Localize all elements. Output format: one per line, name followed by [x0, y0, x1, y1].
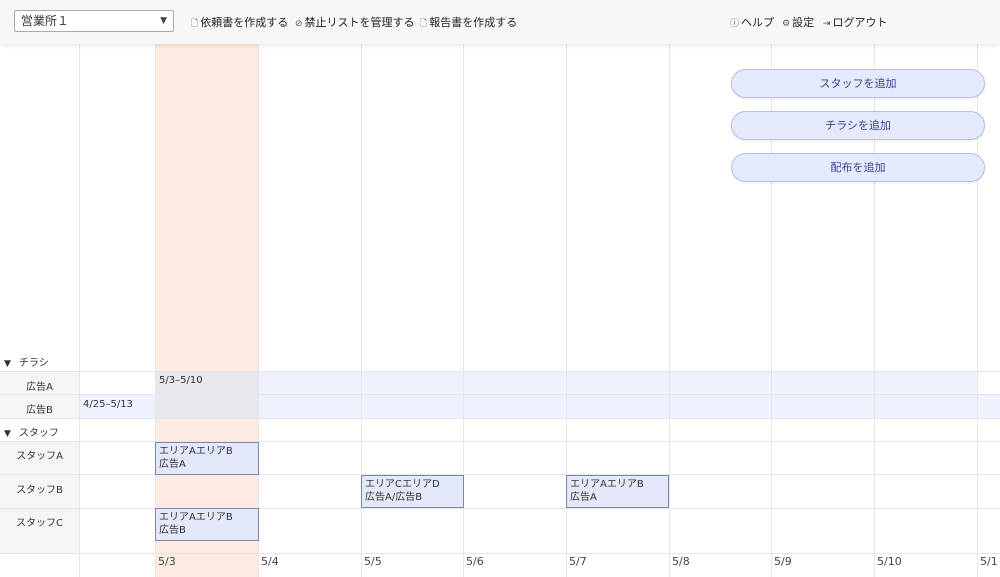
grid-hline: [0, 418, 1000, 419]
row-label-staff-b: スタッフB: [16, 485, 63, 496]
date-label: 5/5: [364, 555, 382, 568]
assignment-areas: エリアAエリアB: [159, 512, 233, 523]
flyer-a-period: 5/3–5/10: [159, 375, 203, 386]
assignment-areas: エリアAエリアB: [159, 446, 233, 457]
create-report-label: 報告書を作成する: [429, 16, 518, 29]
settings-label: 設定: [792, 16, 815, 29]
office-select-value: 営業所１: [21, 14, 70, 28]
group-flyers[interactable]: ▼ チラシ: [4, 354, 49, 369]
add-flyer-button[interactable]: チラシを追加: [731, 111, 985, 140]
logout-link[interactable]: ⇥ ログアウト: [823, 14, 888, 30]
manage-blacklist-link[interactable]: ⊘ 禁止リストを管理する: [295, 14, 415, 30]
grid-hline: [0, 371, 1000, 372]
date-label: 5/9: [774, 555, 792, 568]
create-request-label: 依頼書を作成する: [200, 16, 289, 29]
toolbar: 営業所１ ▼ 🗋 依頼書を作成する ⊘ 禁止リストを管理する 🗋 報告書を作成する ⓘ…: [0, 0, 1000, 44]
office-select[interactable]: 営業所１ ▼: [14, 10, 174, 32]
grid-hline: [0, 441, 1000, 442]
gear-icon: ⚙: [782, 19, 791, 29]
assignment-areas: エリアAエリアB: [570, 479, 644, 490]
grid-vline: [155, 44, 156, 577]
assignment-areas: エリアCエリアD: [365, 479, 440, 490]
assignment-card[interactable]: エリアAエリアB 広告A: [155, 442, 259, 475]
flyer-b-period: 4/25–5/13: [83, 399, 133, 410]
date-label: 5/1: [980, 555, 998, 568]
group-staff[interactable]: ▼ スタッフ: [4, 424, 59, 439]
group-staff-label: スタッフ: [18, 428, 59, 439]
help-label: ヘルプ: [741, 16, 775, 29]
settings-link[interactable]: ⚙ 設定: [782, 14, 814, 30]
today-highlight-column: [155, 44, 259, 577]
assignment-ads: 広告B: [159, 525, 186, 536]
row-label-flyer-b: 広告B: [26, 405, 53, 416]
row-label-staff-a: スタッフA: [16, 451, 63, 462]
document-icon: 🗋: [420, 19, 428, 29]
add-staff-button[interactable]: スタッフを追加: [731, 69, 985, 98]
grid-vline: [669, 44, 670, 577]
help-link[interactable]: ⓘ ヘルプ: [730, 14, 774, 30]
assignment-ads: 広告A: [570, 492, 597, 503]
group-flyers-label: チラシ: [18, 358, 49, 369]
assignment-ads: 広告A: [159, 459, 186, 470]
grid-hline: [0, 553, 1000, 554]
date-label: 5/4: [261, 555, 279, 568]
chevron-down-icon: ▼: [160, 16, 167, 26]
row-label-flyer-a: 広告A: [26, 382, 53, 393]
assignment-card[interactable]: エリアAエリアB 広告A: [566, 475, 669, 508]
prohibit-icon: ⊘: [295, 19, 303, 29]
manage-blacklist-label: 禁止リストを管理する: [304, 16, 415, 29]
create-report-link[interactable]: 🗋 報告書を作成する: [420, 14, 517, 32]
create-request-link[interactable]: 🗋 依頼書を作成する: [191, 14, 288, 32]
assignment-card[interactable]: エリアAエリアB 広告B: [155, 508, 259, 541]
help-icon: ⓘ: [730, 19, 740, 29]
grid-hline: [0, 508, 1000, 509]
date-label: 5/6: [466, 555, 484, 568]
grid-hline: [0, 394, 1000, 395]
date-label: 5/8: [672, 555, 690, 568]
date-label: 5/3: [158, 555, 176, 568]
logout-icon: ⇥: [823, 19, 831, 29]
date-label: 5/7: [569, 555, 587, 568]
grid-vline: [79, 44, 80, 577]
grid-vline: [258, 44, 259, 577]
logout-label: ログアウト: [832, 16, 888, 29]
collapse-triangle-icon: ▼: [4, 429, 11, 439]
assignment-card[interactable]: エリアCエリアD 広告A/広告B: [361, 475, 464, 508]
collapse-triangle-icon: ▼: [4, 359, 11, 369]
add-distribution-button[interactable]: 配布を追加: [731, 153, 985, 182]
grid-hline: [0, 474, 1000, 475]
assignment-ads: 広告A/広告B: [365, 492, 423, 503]
date-label: 5/10: [877, 555, 902, 568]
document-icon: 🗋: [191, 19, 199, 29]
row-label-staff-c: スタッフC: [16, 518, 63, 529]
